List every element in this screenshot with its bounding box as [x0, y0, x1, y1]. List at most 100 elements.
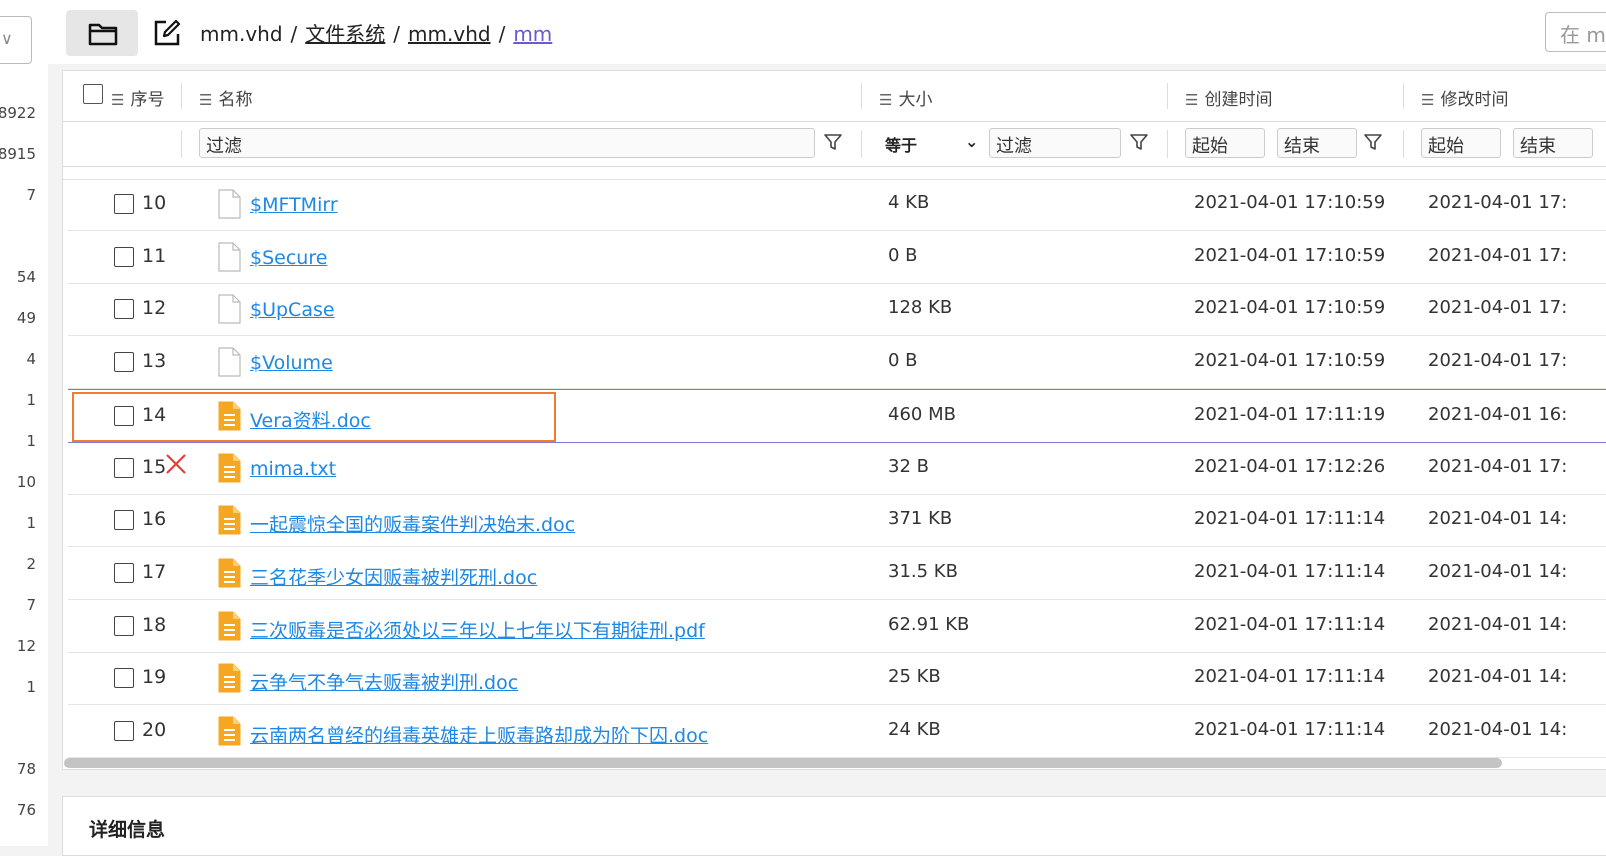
column-header-name[interactable]: ☰ 名称: [199, 85, 252, 110]
column-header-index[interactable]: ☰ 序号: [111, 85, 164, 110]
search-input[interactable]: 在 m: [1545, 12, 1606, 52]
created-time: 2021-04-01 17:10:59: [1194, 350, 1386, 372]
modified-time: 2021-04-01 17:: [1428, 192, 1568, 213]
modified-time: 2021-04-01 17:: [1428, 455, 1568, 477]
document-file-icon: [218, 611, 241, 641]
row-checkbox[interactable]: [114, 721, 134, 741]
created-end-input[interactable]: 结束: [1277, 128, 1357, 158]
modified-time: 2021-04-01 17:: [1428, 244, 1568, 266]
horizontal-scrollbar[interactable]: [64, 758, 1502, 768]
left-count: 1: [26, 514, 36, 532]
file-name-link[interactable]: 三次贩毒是否必须处以三年以上七年以下有期徒刑.pdf: [250, 616, 705, 643]
breadcrumb: mm.vhd / 文件系统 / mm.vhd / mm: [200, 22, 553, 46]
list-icon: ☰: [1421, 91, 1435, 109]
table-row[interactable]: 13 $Volume 0 B 2021-04-01 17:10:59 2021-04-0…: [68, 336, 1606, 390]
file-name-link[interactable]: 云争气不争气去贩毒被判刑.doc: [250, 668, 518, 695]
document-file-icon: [218, 663, 241, 693]
edit-icon[interactable]: [152, 18, 182, 48]
left-count: 76: [16, 801, 36, 819]
row-checkbox[interactable]: [114, 352, 134, 373]
name-filter-input[interactable]: 过滤: [199, 128, 815, 158]
table-row[interactable]: 18 三次贩毒是否必须处以三年以上七年以下有期徒刑.pdf 62.91 KB 2021…: [68, 600, 1606, 653]
file-size: 24 KB: [888, 719, 941, 740]
table-row[interactable]: 17 三名花季少女因贩毒被判死刑.doc 31.5 KB 2021-04-01 17:…: [68, 547, 1606, 600]
row-checkbox[interactable]: [114, 194, 134, 214]
file-name-link[interactable]: mima.txt: [250, 458, 336, 480]
document-file-icon: [218, 453, 241, 482]
column-header-modified[interactable]: ☰ 修改时间: [1421, 85, 1508, 110]
row-checkbox[interactable]: [114, 457, 134, 478]
modified-start-input[interactable]: 起始: [1421, 128, 1501, 158]
column-header-created[interactable]: ☰ 创建时间: [1185, 85, 1272, 110]
row-index: 12: [142, 297, 167, 320]
row-index: 10: [142, 192, 167, 214]
blank-file-icon: [218, 189, 241, 219]
breadcrumb-current[interactable]: mm: [513, 22, 552, 46]
filter-icon[interactable]: [823, 132, 843, 152]
file-name-link[interactable]: 云南两名曾经的缉毒英雄走上贩毒路却成为阶下囚.doc: [250, 721, 708, 748]
detail-panel-title: 详细信息: [89, 819, 166, 841]
file-name-link[interactable]: 一起震惊全国的贩毒案件判决始末.doc: [250, 510, 575, 537]
filter-icon[interactable]: [1129, 132, 1149, 152]
table-row[interactable]: 20 云南两名曾经的缉毒英雄走上贩毒路却成为阶下囚.doc 24 KB 2021-04…: [68, 705, 1606, 758]
row-checkbox[interactable]: [114, 562, 134, 583]
left-count: 8915: [0, 145, 36, 163]
row-checkbox[interactable]: [114, 299, 134, 320]
select-all-checkbox[interactable]: [83, 84, 103, 104]
file-name-link[interactable]: 三名花季少女因贩毒被判死刑.doc: [250, 563, 537, 590]
highlight-box: [72, 392, 556, 442]
table-row[interactable]: 19 云争气不争气去贩毒被判刑.doc 25 KB 2021-04-01 17:11:…: [68, 652, 1606, 706]
folder-button[interactable]: [66, 10, 138, 56]
row-checkbox[interactable]: [114, 246, 134, 267]
column-divider: [181, 83, 182, 109]
document-file-icon: [218, 505, 241, 535]
modified-time: 2021-04-01 17:: [1428, 350, 1568, 372]
document-file-icon: [218, 716, 241, 746]
modified-end-input[interactable]: 结束: [1513, 128, 1593, 158]
detail-panel: 详细信息: [62, 796, 1606, 856]
left-dropdown[interactable]: ∨: [0, 16, 32, 64]
column-divider: [1167, 83, 1168, 109]
file-size: 0 B: [888, 244, 918, 266]
row-checkbox[interactable]: [114, 668, 134, 689]
file-size: 62.91 KB: [888, 613, 970, 635]
file-size: 371 KB: [888, 508, 953, 530]
filter-icon[interactable]: [1363, 132, 1383, 152]
file-size: 4 KB: [888, 192, 930, 213]
breadcrumb-item[interactable]: mm.vhd: [408, 22, 491, 46]
column-header-size[interactable]: ☰ 大小: [879, 85, 932, 110]
created-time: 2021-04-01 17:11:14: [1194, 560, 1386, 582]
document-file-icon: [218, 558, 241, 588]
left-count: 1: [26, 678, 36, 696]
left-count: 49: [16, 309, 36, 327]
row-index: 15: [142, 455, 167, 478]
table-row[interactable]: 16 一起震惊全国的贩毒案件判决始末.doc 371 KB 2021-04-01 17…: [68, 494, 1606, 548]
file-size: 31.5 KB: [888, 560, 958, 582]
created-time: 2021-04-01 17:10:59: [1194, 297, 1386, 319]
created-time: 2021-04-01 17:10:59: [1194, 192, 1386, 213]
breadcrumb-item[interactable]: 文件系统: [305, 22, 385, 46]
file-name-link[interactable]: $Volume: [250, 352, 333, 374]
table-row[interactable]: 11 $Secure 0 B 2021-04-01 17:10:59 2021-04-0…: [68, 231, 1606, 284]
size-operator-select[interactable]: 等于 ⌄: [885, 132, 978, 156]
chevron-down-icon: ⌄: [965, 132, 979, 151]
column-divider: [1167, 130, 1168, 158]
table-row[interactable]: 10 $MFTMirr 4 KB 2021-04-01 17:10:59 2021-04…: [68, 178, 1606, 231]
size-filter-input[interactable]: 过滤: [989, 128, 1121, 158]
left-count: 1: [26, 432, 36, 450]
left-count: 7: [26, 186, 36, 204]
created-start-input[interactable]: 起始: [1185, 128, 1265, 158]
row-checkbox[interactable]: [114, 510, 134, 531]
file-name-link[interactable]: $UpCase: [250, 299, 335, 321]
created-time: 2021-04-01 17:12:26: [1194, 455, 1386, 477]
breadcrumb-item[interactable]: mm.vhd: [200, 22, 283, 46]
table-row[interactable]: 15 mima.txt 32 B 2021-04-01 17:12:26 2021-04…: [68, 442, 1606, 495]
file-name-link[interactable]: $Secure: [250, 247, 327, 269]
created-time: 2021-04-01 17:11:14: [1194, 508, 1386, 530]
file-size: 128 KB: [888, 297, 953, 319]
modified-time: 2021-04-01 14:: [1428, 508, 1568, 530]
table-row[interactable]: 12 $UpCase 128 KB 2021-04-01 17:10:59 2021-0…: [68, 283, 1606, 337]
file-name-link[interactable]: $MFTMirr: [250, 194, 338, 216]
left-count: 4: [26, 350, 36, 368]
row-checkbox[interactable]: [114, 615, 134, 636]
